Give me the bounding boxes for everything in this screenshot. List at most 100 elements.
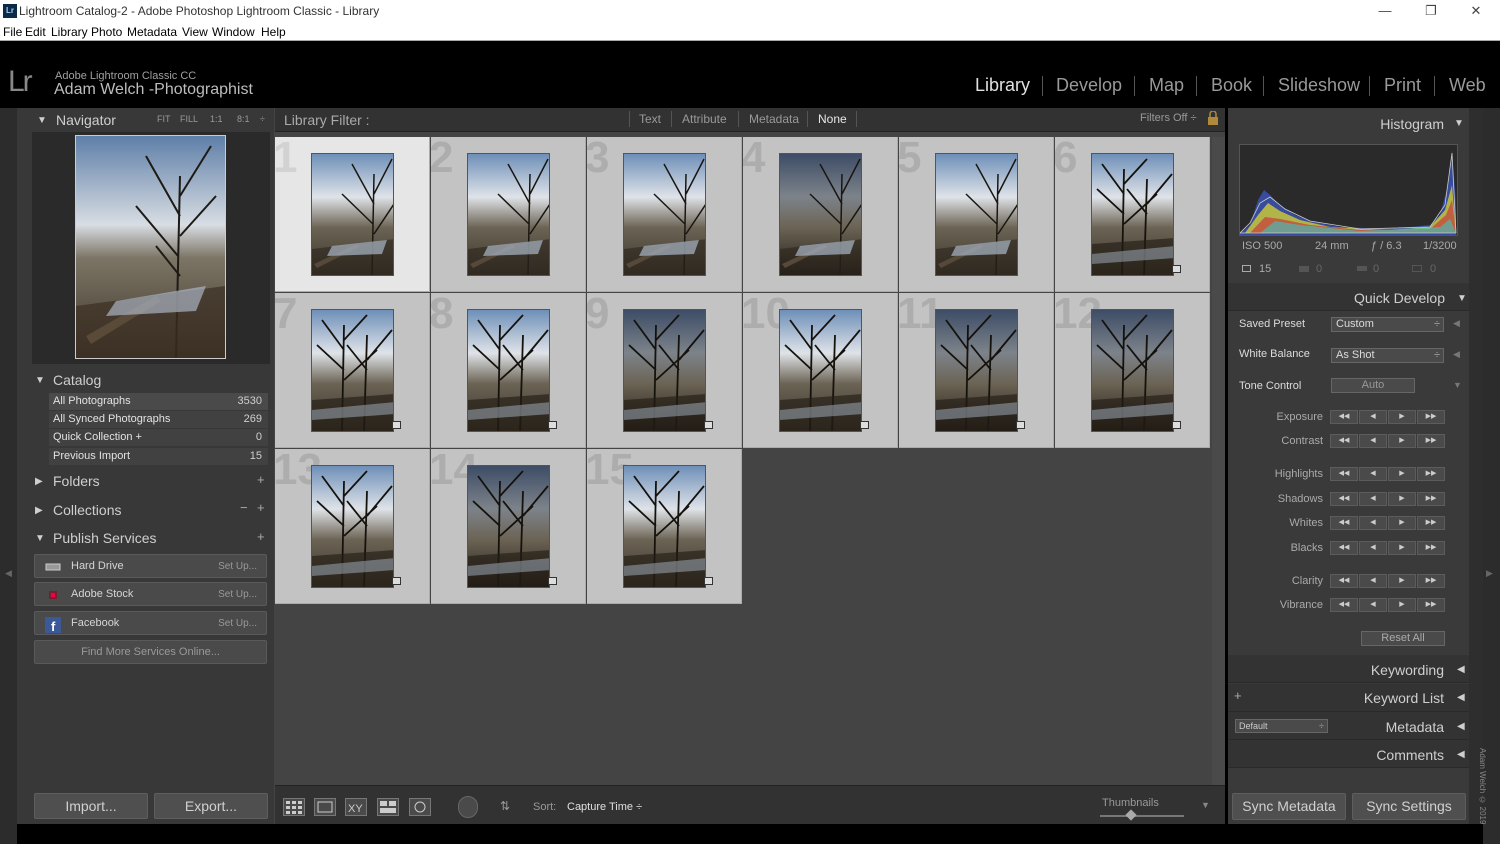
decrease-small-icon[interactable]: ◀ (1359, 516, 1387, 530)
expand-triangle-icon[interactable]: ◀ (1453, 349, 1460, 360)
collapse-triangle-icon[interactable]: ▼ (1457, 293, 1467, 304)
menu-view[interactable]: View (182, 25, 208, 39)
publish-facebook[interactable]: f Facebook Set Up... (34, 611, 267, 635)
decrease-large-icon[interactable]: ◀◀ (1330, 492, 1358, 506)
grid-view-icon[interactable] (283, 798, 305, 816)
saved-preset-dropdown[interactable]: Custom÷ (1331, 317, 1444, 332)
thumbnail-cell[interactable]: 6 (1055, 137, 1210, 292)
keyword-list-title[interactable]: Keyword List (1330, 690, 1444, 706)
import-button[interactable]: Import... (34, 793, 148, 819)
sync-settings-button[interactable]: Sync Settings (1352, 793, 1466, 820)
thumbnail-cell[interactable]: 10 (743, 293, 898, 448)
expand-triangle-icon[interactable]: ◀ (1453, 318, 1460, 329)
decrease-large-icon[interactable]: ◀◀ (1330, 541, 1358, 555)
increase-small-icon[interactable]: ▶ (1388, 410, 1416, 424)
metadata-preset-dropdown[interactable]: Default÷ (1235, 719, 1328, 733)
collapse-triangle-icon[interactable]: ▼ (35, 375, 45, 386)
edit-badge-icon[interactable] (704, 421, 713, 429)
keywording-title[interactable]: Keywording (1330, 662, 1444, 678)
left-panel-toggle[interactable]: ◀ (0, 108, 17, 844)
expand-triangle-icon[interactable]: ◀ (1457, 692, 1465, 703)
increase-large-icon[interactable]: ▶▶ (1417, 516, 1445, 530)
navigator-title[interactable]: Navigator (56, 112, 116, 128)
photo-thumbnail[interactable] (311, 465, 394, 588)
compare-view-icon[interactable]: XY (345, 798, 367, 816)
zoom-fit[interactable]: FIT (157, 114, 171, 124)
edit-badge-icon[interactable] (860, 421, 869, 429)
thumbnail-cell[interactable]: 2 (431, 137, 586, 292)
decrease-small-icon[interactable]: ◀ (1359, 492, 1387, 506)
right-panel-scrollbar[interactable] (1469, 108, 1483, 824)
minimize-button[interactable]: — (1370, 2, 1400, 20)
white-balance-dropdown[interactable]: As Shot÷ (1331, 348, 1444, 363)
navigator-preview-image[interactable] (75, 135, 226, 359)
increase-large-icon[interactable]: ▶▶ (1417, 541, 1445, 555)
expand-triangle-icon[interactable]: ▶ (35, 505, 43, 516)
photo-thumbnail[interactable] (779, 309, 862, 432)
catalog-title[interactable]: Catalog (53, 372, 101, 388)
photo-thumbnail[interactable] (311, 153, 394, 276)
decrease-large-icon[interactable]: ◀◀ (1330, 598, 1358, 612)
photo-thumbnail[interactable] (311, 309, 394, 432)
expand-triangle-icon[interactable]: ◀ (1457, 664, 1465, 675)
increase-small-icon[interactable]: ▶ (1388, 434, 1416, 448)
edit-badge-icon[interactable] (548, 577, 557, 585)
menu-photo[interactable]: Photo (91, 25, 122, 39)
increase-large-icon[interactable]: ▶▶ (1417, 598, 1445, 612)
increase-small-icon[interactable]: ▶ (1388, 574, 1416, 588)
add-collection-icon[interactable]: + (257, 500, 265, 515)
increase-large-icon[interactable]: ▶▶ (1417, 492, 1445, 506)
publish-services-title[interactable]: Publish Services (53, 530, 157, 546)
grid-scrollbar[interactable] (1212, 137, 1225, 785)
increase-large-icon[interactable]: ▶▶ (1417, 467, 1445, 481)
thumbnail-cell[interactable]: 8 (431, 293, 586, 448)
thumbnail-cell[interactable]: 9 (587, 293, 742, 448)
photo-thumbnail[interactable] (623, 465, 706, 588)
reset-all-button[interactable]: Reset All (1361, 631, 1445, 646)
photo-thumbnail[interactable] (467, 153, 550, 276)
menu-window[interactable]: Window (212, 25, 255, 39)
collapse-triangle-icon[interactable]: ▼ (1453, 380, 1462, 390)
module-map[interactable]: Map (1149, 75, 1184, 96)
thumbnail-size-slider[interactable] (1100, 815, 1184, 817)
zoom-stepper-icon[interactable]: ÷ (260, 114, 265, 124)
add-keyword-icon[interactable]: + (1234, 688, 1242, 703)
spray-can-icon[interactable] (458, 796, 478, 818)
setup-link[interactable]: Set Up... (218, 561, 257, 572)
menu-metadata[interactable]: Metadata (127, 25, 177, 39)
collapse-triangle-icon[interactable]: ▼ (37, 115, 47, 126)
photo-thumbnail[interactable] (779, 153, 862, 276)
toolbar-menu-icon[interactable]: ▼ (1201, 800, 1210, 810)
zoom-1-1[interactable]: 1:1 (210, 114, 223, 124)
catalog-item-all-synced[interactable]: All Synced Photographs269 (49, 411, 268, 428)
increase-small-icon[interactable]: ▶ (1388, 541, 1416, 555)
collections-title[interactable]: Collections (53, 502, 121, 518)
loupe-view-icon[interactable] (314, 798, 336, 816)
photo-thumbnail[interactable] (1091, 309, 1174, 432)
decrease-small-icon[interactable]: ◀ (1359, 410, 1387, 424)
increase-small-icon[interactable]: ▶ (1388, 492, 1416, 506)
menu-help[interactable]: Help (261, 25, 286, 39)
catalog-item-all-photographs[interactable]: All Photographs3530 (49, 393, 268, 410)
decrease-small-icon[interactable]: ◀ (1359, 434, 1387, 448)
lock-icon[interactable] (1207, 111, 1219, 125)
increase-small-icon[interactable]: ▶ (1388, 598, 1416, 612)
collapse-triangle-icon[interactable]: ▼ (35, 533, 45, 544)
collapse-triangle-icon[interactable]: ▼ (1454, 118, 1464, 129)
publish-adobe-stock[interactable]: Adobe Stock Set Up... (34, 582, 267, 606)
decrease-small-icon[interactable]: ◀ (1359, 467, 1387, 481)
increase-small-icon[interactable]: ▶ (1388, 516, 1416, 530)
thumbnail-cell[interactable]: 15 (587, 449, 742, 604)
menu-file[interactable]: File (3, 25, 22, 39)
photo-thumbnail[interactable] (467, 465, 550, 588)
thumbnail-cell[interactable]: 12 (1055, 293, 1210, 448)
decrease-large-icon[interactable]: ◀◀ (1330, 410, 1358, 424)
metadata-title[interactable]: Metadata (1330, 719, 1444, 735)
thumbnail-cell[interactable]: 5 (899, 137, 1054, 292)
people-view-icon[interactable] (409, 798, 431, 816)
sync-metadata-button[interactable]: Sync Metadata (1232, 793, 1346, 820)
survey-view-icon[interactable] (377, 798, 399, 816)
setup-link[interactable]: Set Up... (218, 618, 257, 629)
thumbnail-cell[interactable]: 1 (275, 137, 430, 292)
photo-thumbnail[interactable] (935, 309, 1018, 432)
